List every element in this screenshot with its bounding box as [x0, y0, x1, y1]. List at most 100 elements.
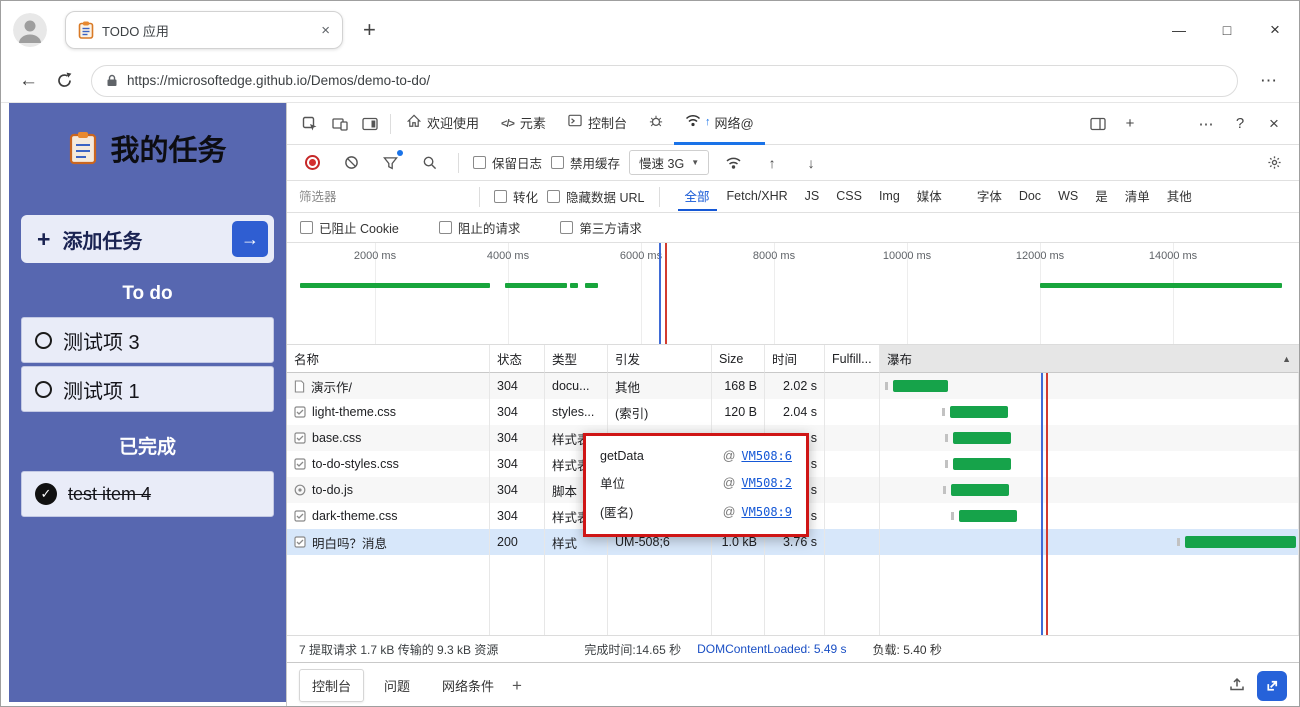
blocked-filter-checkbox[interactable]: 已阻止 Cookie [300, 218, 399, 237]
throttling-select[interactable]: 慢速 3G ▼ [629, 150, 709, 175]
blocked-filter-checkbox[interactable]: 阻止的请求 [439, 218, 521, 237]
export-har-icon[interactable]: ↓ [796, 149, 826, 177]
column-header[interactable]: 类型 [545, 345, 608, 373]
network-request-row[interactable]: 演示作/304docu...其他168 B2.02 s [287, 373, 1299, 399]
expand-drawer-button[interactable] [1257, 671, 1287, 701]
filter-pill[interactable]: WS [1051, 185, 1085, 209]
maximize-button[interactable]: □ [1203, 10, 1251, 50]
clear-network-log-icon[interactable] [336, 149, 366, 177]
todo-checkbox-icon[interactable] [35, 332, 52, 349]
drawer-tab[interactable]: 控制台 [299, 669, 364, 702]
todo-checkbox-icon[interactable] [35, 381, 52, 398]
todo-item-label: 测试项 1 [63, 375, 140, 404]
divider [458, 153, 459, 173]
inspect-icon[interactable] [295, 110, 325, 138]
url-bar[interactable]: https://microsoftedge.github.io/Demos/de… [91, 65, 1238, 97]
new-tab-button[interactable]: + [363, 19, 376, 41]
filter-pill[interactable]: 全部 [678, 182, 717, 211]
filter-pill[interactable]: 清单 [1118, 182, 1157, 211]
device-toolbar-icon[interactable] [325, 110, 355, 138]
filter-pill[interactable]: 其他 [1160, 182, 1199, 211]
disable-cache-checkbox[interactable]: 禁用缓存 [551, 153, 620, 172]
source-location-link[interactable]: VM508:9 [741, 505, 792, 519]
back-button[interactable]: ← [19, 70, 38, 92]
preserve-log-checkbox[interactable]: 保留日志 [473, 153, 542, 172]
column-header[interactable]: 状态 [490, 345, 545, 373]
waterfall-bar [893, 380, 948, 392]
drawer-tab[interactable]: 问题 [372, 670, 422, 701]
search-icon[interactable] [414, 149, 444, 177]
cell-fulfilled [825, 373, 880, 399]
filter-pill[interactable]: Img [872, 185, 907, 209]
network-request-row[interactable]: light-theme.css304styles...(索引)120 B2.04… [287, 399, 1299, 425]
home-icon [407, 114, 421, 131]
network-overview[interactable]: 2000 ms4000 ms6000 ms8000 ms10000 ms1200… [287, 243, 1299, 345]
import-har-icon[interactable]: ↑ [757, 149, 787, 177]
cell-waterfall [880, 503, 1299, 529]
help-icon[interactable]: ? [1223, 110, 1257, 138]
network-conditions-icon[interactable] [718, 149, 748, 177]
overview-time-label: 6000 ms [620, 250, 662, 262]
waterfall-bar [959, 510, 1017, 522]
blocked-filter-label: 阻止的请求 [458, 218, 521, 237]
source-location-link[interactable]: VM508:2 [741, 476, 792, 490]
plus-icon: + [37, 226, 50, 253]
todo-item[interactable]: 测试项 1 [21, 366, 274, 412]
devtools-tab-elements[interactable]: </>元素 [490, 103, 557, 145]
minimize-button[interactable]: — [1155, 10, 1203, 50]
dock-side-icon[interactable] [355, 110, 385, 138]
add-pane-button[interactable]: + [1113, 110, 1147, 138]
column-header[interactable]: Size [712, 345, 765, 373]
drawer-more-tools-button[interactable]: + [512, 676, 522, 696]
filter-pill[interactable]: 媒体 [910, 182, 949, 211]
column-header[interactable]: 引发 [608, 345, 712, 373]
filler-cell [765, 555, 825, 635]
devtools-tab-sources[interactable] [638, 103, 674, 145]
done-item[interactable]: ✓test item 4 [21, 471, 274, 517]
devtools-tab-welcome[interactable]: 欢迎使用 [396, 103, 490, 145]
source-location-link[interactable]: VM508:6 [741, 449, 792, 463]
filter-pill[interactable]: 是 [1088, 182, 1115, 211]
settings-gear-icon[interactable] [1259, 149, 1289, 177]
profile-avatar[interactable] [13, 13, 47, 47]
tab-close-icon[interactable]: × [321, 22, 330, 39]
filter-pill[interactable]: Fetch/XHR [720, 185, 795, 209]
devtools-tab-console[interactable]: 控制台 [557, 103, 638, 145]
drawer-tab[interactable]: 网络条件 [430, 670, 506, 701]
devtools-menu-icon[interactable]: ⋯ [1189, 110, 1223, 138]
add-task-button[interactable]: + 添加任务 → [21, 215, 274, 263]
filler-cell [880, 555, 1299, 635]
invert-checkbox[interactable]: 转化 [494, 187, 538, 206]
dock-preview-icon[interactable] [1083, 110, 1113, 138]
check-icon[interactable]: ✓ [35, 483, 57, 505]
blocked-filter-checkbox[interactable]: 第三方请求 [560, 218, 642, 237]
submit-task-button[interactable]: → [232, 221, 268, 257]
devtools-close-icon[interactable]: × [1257, 110, 1291, 138]
column-header[interactable]: 名称 [287, 345, 490, 373]
browser-menu-icon[interactable]: ⋯ [1260, 71, 1277, 91]
overview-activity-bar [1040, 283, 1282, 288]
drawer-export-icon[interactable] [1229, 677, 1245, 695]
filter-icon[interactable] [375, 149, 405, 177]
column-header-waterfall[interactable]: 瀑布▲ [880, 345, 1299, 373]
browser-tab[interactable]: TODO 应用 × [65, 11, 343, 49]
close-button[interactable]: × [1251, 10, 1299, 50]
devtools-tab-network[interactable]: ↑网络@ [674, 103, 765, 145]
column-header[interactable]: 时间 [765, 345, 825, 373]
filter-pill[interactable]: Doc [1012, 185, 1048, 209]
requests-summary: 7 提取请求 1.7 kB 传输的 9.3 kB 资源 [299, 641, 498, 658]
refresh-button[interactable] [56, 72, 73, 89]
overview-time-label: 14000 ms [1149, 250, 1197, 262]
hide-data-urls-checkbox[interactable]: 隐藏数据 URL [547, 187, 644, 206]
filter-pill[interactable]: JS [798, 185, 827, 209]
todo-item[interactable]: 测试项 3 [21, 317, 274, 363]
filter-input[interactable] [297, 189, 465, 205]
filter-pill[interactable]: 字体 [970, 182, 1009, 211]
cell-fulfilled [825, 503, 880, 529]
hide-data-urls-label: 隐藏数据 URL [566, 187, 644, 206]
column-header[interactable]: Fulfill... [825, 345, 880, 373]
filter-pill[interactable]: CSS [829, 185, 869, 209]
devtools-tab-label: 网络@ [714, 113, 753, 132]
devtools-toolbar-right: + ⋯ ? × [1083, 110, 1291, 138]
record-button[interactable] [297, 149, 327, 177]
